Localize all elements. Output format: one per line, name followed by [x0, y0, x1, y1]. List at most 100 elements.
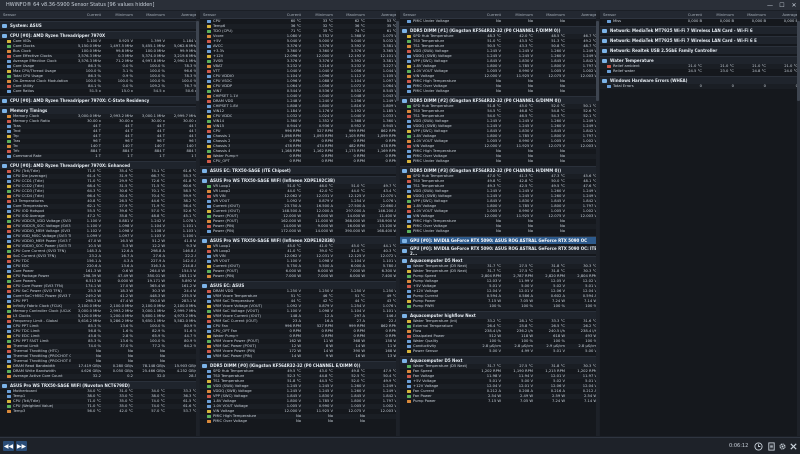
sensor-row[interactable]: PMIC Under Voltage No No No	[400, 229, 599, 234]
nav-forward-button[interactable]: ▶▶	[16, 441, 27, 451]
sensor-group-header[interactable]: ASUS EC: ASUS	[200, 281, 399, 289]
sensor-row[interactable]: Power Sensor 5.00 V 4.99 V 5.01 V 5.00 V	[400, 349, 599, 354]
sensor-group-header[interactable]: CPU [#0]: AMD Ryzen Threadripper 7970X: …	[0, 161, 199, 169]
value-min: 9 W	[325, 354, 333, 358]
sensor-row[interactable]: Command Rate 1 T 1 T 1 T 1 T	[0, 154, 199, 159]
sensor-row[interactable]: Power (PIN) 7.000 W 7.000 W 8.000 W 7.400 W	[200, 274, 399, 279]
column-maximum[interactable]: Maximum	[135, 12, 167, 17]
column-sensor[interactable]: Sensor	[0, 12, 71, 17]
sensor-icon	[207, 210, 211, 213]
column-current[interactable]: Current	[471, 12, 503, 17]
sensor-row[interactable]: VRM SoC Power (PIN) 14 W 9 W 16 W 13 W	[200, 354, 399, 359]
column-maximum[interactable]: Maximum	[335, 12, 367, 17]
column-minimum[interactable]: Minimum	[103, 12, 135, 17]
sensor-row[interactable]: Temp3 56.0 °C 42.0 °C 57.0 °C 53.7 °C	[0, 409, 199, 414]
value-avg: 0,000 B	[783, 19, 798, 23]
sensor-icon	[7, 205, 11, 208]
sensor-group-header[interactable]: CPU [#0]: AMD Ryzen Threadripper 7970X	[0, 31, 199, 39]
maximize-button[interactable]: ☐	[776, 0, 788, 10]
sensor-icon	[207, 400, 211, 403]
sensor-group-header[interactable]: ASUS Pro WS TRX50-SAGE WIFI (Infineon XD…	[200, 236, 399, 244]
value-max: 0 RPM	[353, 159, 366, 163]
column-maximum[interactable]: Maximum	[535, 12, 567, 17]
column-current[interactable]: Current	[672, 12, 704, 17]
nav-back-button[interactable]: ◀◀	[3, 441, 14, 451]
sensor-row[interactable]: Average Active Core Count 32.2 0.2 32.0 28.5	[0, 374, 199, 379]
sensor-group-header[interactable]: DDR5 DIMM [#3] (Kingston KF564R32-32 (P0…	[400, 166, 599, 174]
sensor-group-header[interactable]: GPU [#0]: NVIDIA GeForce RTX 5090: ASUS …	[400, 236, 599, 244]
scrollbar-thumb[interactable]	[596, 21, 599, 101]
sensor-icon	[407, 280, 411, 283]
close-window-button[interactable]: ✕	[788, 0, 800, 10]
sensor-row[interactable]: Relief water 24.5 °C 23.0 °C 24.8 °C 24.0 °C	[600, 69, 800, 74]
column-minimum[interactable]: Minimum	[704, 12, 736, 17]
sensor-icon	[407, 220, 411, 223]
sensor-group-header[interactable]: Network: Realtek USB 2.5GbE Family Contr…	[600, 46, 800, 54]
sensor-pane-4[interactable]: Sensor Current Minimum Maximum Average Miss 0,…	[600, 11, 800, 436]
scrollbar[interactable]	[396, 11, 399, 436]
scrollbar[interactable]	[196, 11, 199, 436]
sensor-group-header[interactable]: Windows Hardware Errors (WHEA)	[600, 76, 800, 84]
sensor-group-header[interactable]: GPU [#0]: NVIDIA GeForce RTX 5090: ASUS …	[400, 246, 599, 256]
sensor-pane-1[interactable]: Sensor Current Minimum Maximum Average System…	[0, 11, 199, 436]
column-average[interactable]: Average	[167, 12, 199, 17]
sensor-group-header[interactable]: DDR5 DIMM [#1] (Kingston KF564R32-32 (P0…	[400, 26, 599, 34]
sensor-group-header[interactable]: Aquacomputer D5 Next	[400, 356, 599, 364]
scrollbar-thumb[interactable]	[396, 21, 399, 101]
column-sensor[interactable]: Sensor	[400, 12, 471, 17]
sensor-row[interactable]: PMIC Under Voltage No No No	[400, 159, 599, 164]
sensor-pane-2[interactable]: Sensor Current Minimum Maximum Average CPU 60 …	[200, 11, 399, 436]
sensor-group-header[interactable]: Aquacomputer D5 Next	[400, 256, 599, 264]
sensor-group-header[interactable]: Aquacomputer highflow Next	[400, 311, 599, 319]
column-average[interactable]: Average	[367, 12, 399, 17]
sensor-group-header[interactable]: Network: MediaTek MT7925 Wi-Fi 7 Wireles…	[600, 36, 800, 44]
sensor-name-cell: Power Sensor	[400, 349, 471, 354]
sensor-group-header[interactable]: CPU [#0]: AMD Ryzen Threadripper 7970X: …	[0, 96, 199, 104]
column-sensor[interactable]: Sensor	[600, 12, 672, 17]
scrollbar[interactable]	[596, 11, 599, 436]
column-minimum[interactable]: Minimum	[503, 12, 535, 17]
column-maximum[interactable]: Maximum	[736, 12, 768, 17]
sensor-row[interactable]: Total Errors0000	[600, 84, 800, 89]
sensor-group-title: Water Temperature	[610, 58, 654, 63]
scrollbar-thumb[interactable]	[196, 21, 199, 101]
column-sensor[interactable]: Sensor	[200, 12, 271, 17]
sensor-row[interactable]: CPU_OPT 0 RPM 0 RPM 0 RPM 0 RPM	[200, 159, 399, 164]
sensor-row[interactable]: PMIC Under Voltage No No No	[400, 19, 599, 24]
sensor-group-header[interactable]: DDR5 DIMM [#0] (Kingston KF564R32-32 (P0…	[200, 361, 399, 369]
sensor-row[interactable]: Miss 0,000 B 0,000 B 0,000 B 0,000 B	[600, 19, 800, 24]
column-current[interactable]: Current	[271, 12, 303, 17]
sensor-group-header[interactable]: Memory Timings	[0, 106, 199, 114]
title-bar: HWiNFO® 64 v8.36-5900 Sensor Status [96 …	[0, 0, 800, 10]
sensor-row[interactable]: PMIC Under Voltage No No No	[400, 89, 599, 94]
sensor-group-title: Network: Realtek USB 2.5GbE Family Contr…	[610, 48, 718, 53]
column-minimum[interactable]: Minimum	[303, 12, 335, 17]
sensor-row[interactable]: Power (PIN) 172.000 W 14.000 W 390.000 W 168…	[200, 229, 399, 234]
sensor-icon	[207, 195, 211, 198]
sensor-row[interactable]: Pump Power 7.15 W 7.05 W 7.24 W 7.14 W	[400, 399, 599, 404]
sensor-group-header[interactable]: ASUS Pro WS TRX50-SAGE WIFI (Nuvoton NCT…	[0, 381, 199, 389]
clock-icon[interactable]	[752, 440, 764, 452]
value-avg: 7.14 W	[583, 399, 597, 403]
elapsed-time: 0:06:12	[729, 443, 749, 449]
sensor-row[interactable]: Pump PWM 100 % 100 % 100 % 100 %	[400, 304, 599, 309]
sensor-group-header[interactable]: DDR5 DIMM [#2] (Kingston KF564R32-32 (P0…	[400, 96, 599, 104]
sensor-name-cell: PMIC Under Voltage	[400, 19, 471, 24]
close-icon[interactable]	[787, 440, 799, 452]
sensor-group-header[interactable]: System: ASUS	[0, 21, 199, 29]
sensor-icon	[207, 255, 211, 258]
sensor-row[interactable]: Core Ratios 51.5 x 15.0 x 54.5 x 50.6 x	[0, 89, 199, 94]
sensor-pane-3[interactable]: Sensor Current Minimum Maximum Average PMIC U…	[400, 11, 599, 436]
column-current[interactable]: Current	[71, 12, 103, 17]
sensor-group-header[interactable]: ASUS EC: TRX50-SAGE (ITE Chipset)	[200, 166, 399, 174]
value-avg: 50.6 x	[185, 89, 197, 93]
sensor-group-header[interactable]: Network: MediaTek MT7925 Wi-Fi 7 Wireles…	[600, 26, 800, 34]
sensor-group-header[interactable]: Water Temperature	[600, 56, 800, 64]
sensor-group-header[interactable]: ASUS Pro WS TRX50-SAGE WIFI (Infineon XD…	[200, 176, 399, 184]
minimize-button[interactable]: —	[764, 0, 776, 10]
sensor-name: Temp3	[13, 409, 26, 413]
sensor-name-cell: Pump Power	[400, 399, 471, 404]
column-average[interactable]: Average	[567, 12, 599, 17]
sensor-row[interactable]: PMIC Over Voltage No No No	[200, 419, 399, 424]
column-average[interactable]: Average	[768, 12, 800, 17]
